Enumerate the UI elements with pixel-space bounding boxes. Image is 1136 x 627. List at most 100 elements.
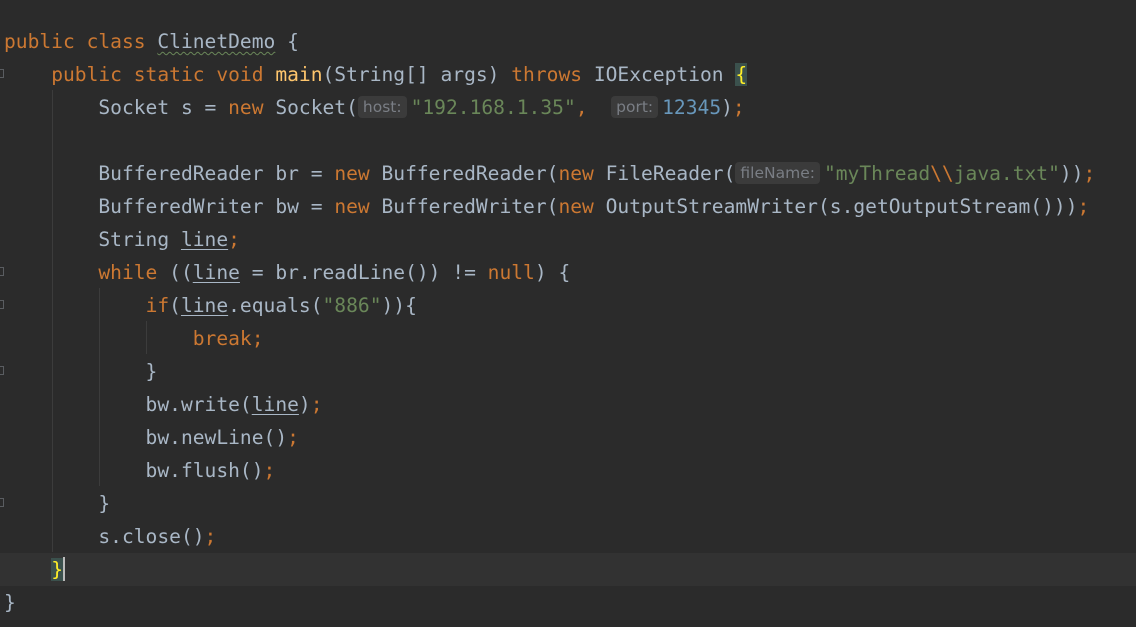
code-line-text: bw.newLine();: [4, 421, 299, 454]
code-line[interactable]: }: [0, 487, 1136, 520]
code-token: String: [4, 228, 181, 251]
code-line[interactable]: bw.write(line);: [0, 388, 1136, 421]
code-token: ;: [1083, 162, 1096, 185]
code-token: )){: [381, 294, 417, 317]
code-token: "886": [322, 294, 382, 317]
code-token: break: [192, 327, 252, 350]
code-token: line: [180, 294, 229, 317]
code-line-text: public static void main(String[] args) t…: [4, 58, 748, 91]
code-token: (String[] args): [322, 63, 512, 86]
code-token: if: [145, 294, 170, 317]
code-token: line: [192, 261, 240, 284]
code-token: ;: [1077, 195, 1090, 218]
code-token: public class: [4, 30, 158, 53]
code-line-text: }: [4, 553, 65, 586]
code-line[interactable]: [0, 124, 1136, 157]
code-token: main: [275, 63, 323, 86]
code-token: (: [169, 294, 181, 317]
parameter-hint: port:: [611, 96, 659, 118]
code-token: new: [228, 96, 276, 119]
code-token: = br.readLine()) !=: [239, 261, 488, 284]
code-token: BufferedReader br =: [4, 162, 335, 185]
code-token: ;: [310, 393, 323, 416]
code-token: throws: [511, 63, 594, 86]
code-token: while: [98, 261, 170, 284]
code-line[interactable]: String line;: [0, 223, 1136, 256]
code-token: BufferedWriter bw =: [4, 195, 335, 218]
code-token: null: [487, 261, 535, 284]
code-token: }: [4, 492, 111, 515]
code-token: ;: [732, 96, 745, 119]
code-token: java.txt": [953, 162, 1060, 185]
code-line[interactable]: if(line.equals("886")){: [0, 289, 1136, 322]
code-line[interactable]: BufferedWriter bw = new BufferedWriter(n…: [0, 190, 1136, 223]
code-line[interactable]: while ((line = br.readLine()) != null) {: [0, 256, 1136, 289]
code-editor[interactable]: public class ClinetDemo { public static …: [0, 0, 1136, 627]
code-token: ,: [575, 96, 612, 119]
code-line-text: }: [4, 487, 110, 520]
code-line-text: Socket s = new Socket(host: "192.168.1.35…: [4, 91, 745, 124]
code-line[interactable]: }: [0, 586, 1136, 619]
code-line-text: String line;: [4, 223, 240, 256]
code-token: bw.flush(): [4, 459, 264, 482]
text-caret: [62, 557, 65, 581]
code-token: new: [334, 162, 382, 185]
code-token: ;: [251, 327, 264, 350]
code-token: .equals(: [228, 294, 323, 317]
code-token: new: [558, 195, 606, 218]
code-token: ;: [204, 525, 217, 548]
code-line-text: bw.flush();: [4, 454, 276, 487]
code-token: ): [721, 96, 733, 119]
code-token: IOException: [593, 63, 736, 86]
code-token: ((: [169, 261, 193, 284]
code-line[interactable]: bw.newLine();: [0, 421, 1136, 454]
code-line-text: }: [4, 586, 16, 619]
code-line-text: BufferedReader br = new BufferedReader(n…: [4, 157, 1095, 190]
code-line-text: }: [4, 355, 158, 388]
code-token: s.close(): [4, 525, 205, 548]
code-token: bw.newLine(): [4, 426, 288, 449]
code-token: public static void: [51, 63, 276, 86]
code-line[interactable]: s.close();: [0, 520, 1136, 553]
code-token: ClinetDemo: [157, 30, 276, 53]
code-token: 12345: [662, 96, 722, 119]
code-line[interactable]: bw.flush();: [0, 454, 1136, 487]
code-token: BufferedWriter(: [381, 195, 559, 218]
code-line[interactable]: BufferedReader br = new BufferedReader(n…: [0, 157, 1136, 190]
code-line[interactable]: public class ClinetDemo {: [0, 25, 1136, 58]
code-token: new: [558, 162, 606, 185]
code-token: line: [251, 393, 299, 416]
code-line[interactable]: Socket s = new Socket(host: "192.168.1.35…: [0, 91, 1136, 124]
code-line[interactable]: }: [0, 553, 1136, 586]
code-token: "myThread: [823, 162, 931, 185]
code-token: {: [735, 63, 748, 86]
code-token: \\: [930, 162, 954, 185]
code-token: )): [1059, 162, 1084, 185]
code-token: {: [275, 30, 299, 53]
code-token: ): [298, 393, 311, 416]
code-token: "192.168.1.35": [410, 96, 576, 119]
code-line-text: s.close();: [4, 520, 216, 553]
code-token: BufferedReader(: [381, 162, 559, 185]
code-line[interactable]: }: [0, 355, 1136, 388]
code-token: }: [4, 591, 16, 614]
code-token: bw.write(: [4, 393, 252, 416]
code-token: }: [4, 360, 158, 383]
code-token: ;: [228, 228, 240, 251]
code-token: ;: [263, 459, 276, 482]
parameter-hint: fileName:: [735, 162, 820, 184]
code-line-text: public class ClinetDemo {: [4, 25, 299, 58]
code-token: }: [51, 558, 63, 581]
code-token: line: [180, 228, 229, 251]
code-line[interactable]: break;: [0, 322, 1136, 355]
code-line[interactable]: public static void main(String[] args) t…: [0, 58, 1136, 91]
code-token: ;: [287, 426, 299, 449]
code-token: ) {: [534, 261, 571, 284]
code-token: new: [334, 195, 382, 218]
code-token: OutputStreamWriter(s.getOutputStream())): [605, 195, 1078, 218]
